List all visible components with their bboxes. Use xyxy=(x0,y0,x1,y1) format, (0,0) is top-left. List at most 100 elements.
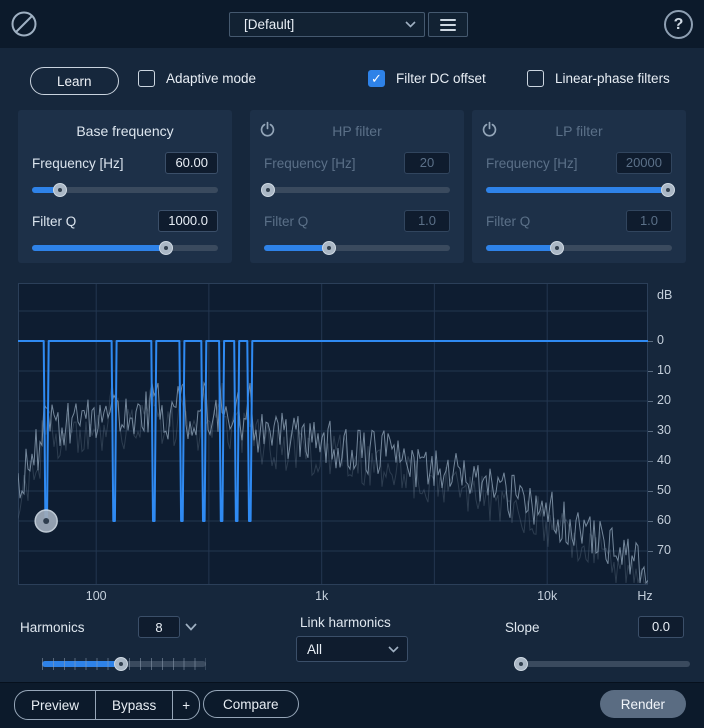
slider-thumb[interactable] xyxy=(260,183,275,197)
harmonics-value-box[interactable]: 8 xyxy=(138,616,180,638)
harmonics-slider[interactable] xyxy=(42,657,206,671)
db-tick xyxy=(648,490,653,492)
question-mark-icon: ? xyxy=(673,15,684,33)
filter-q-label: Filter Q xyxy=(486,213,531,229)
db-tick xyxy=(648,340,653,342)
checkbox-icon xyxy=(138,70,155,87)
transport-button-group: Preview Bypass + xyxy=(14,690,201,720)
lp-frequency-value-box[interactable]: 20000 xyxy=(615,152,672,174)
freq-tick-label: 100 xyxy=(85,589,107,603)
hp-power-toggle[interactable] xyxy=(259,119,279,139)
slider-track xyxy=(486,245,672,251)
slider-track xyxy=(486,187,672,193)
slider-track xyxy=(516,661,690,667)
filter-q-label: Filter Q xyxy=(264,213,309,229)
db-tick-label: 60 xyxy=(657,513,671,527)
add-module-button[interactable]: + xyxy=(172,691,199,719)
checkbox-icon xyxy=(527,70,544,87)
linear-phase-filters-checkbox[interactable]: Linear-phase filters xyxy=(527,70,670,87)
dehum-plugin-window: [Default] ? Learn Adaptive mode ✓ Filter… xyxy=(0,0,704,728)
bypass-button[interactable]: Bypass xyxy=(95,691,172,719)
bottom-bar: Preview Bypass + Compare Render xyxy=(0,682,704,728)
adaptive-mode-checkbox[interactable]: Adaptive mode xyxy=(138,70,256,87)
notch-handle-dot xyxy=(43,518,50,524)
lp-q-slider[interactable] xyxy=(486,241,672,255)
base-frequency-value-box[interactable]: 60.00 xyxy=(165,152,218,174)
learn-button[interactable]: Learn xyxy=(30,67,119,95)
db-tick-label: 20 xyxy=(657,393,671,407)
preview-button[interactable]: Preview xyxy=(15,691,95,719)
panel-title: HP filter xyxy=(332,123,382,139)
freq-tick-label: 1k xyxy=(315,589,329,603)
hp-q-slider[interactable] xyxy=(264,241,450,255)
hp-frequency-slider[interactable] xyxy=(260,183,450,197)
base-q-value-box[interactable]: 1000.0 xyxy=(158,210,218,232)
filter-dc-offset-checkbox[interactable]: ✓ Filter DC offset xyxy=(368,70,486,87)
help-button[interactable]: ? xyxy=(664,10,693,39)
power-icon xyxy=(260,121,275,137)
hp-frequency-value-box[interactable]: 20 xyxy=(404,152,450,174)
slider-thumb[interactable] xyxy=(52,183,67,197)
frequency-label: Frequency [Hz] xyxy=(32,155,124,171)
link-harmonics-dropdown[interactable]: All xyxy=(296,636,408,662)
preset-name: [Default] xyxy=(244,17,295,32)
izotope-logo xyxy=(11,11,37,37)
slider-thumb[interactable] xyxy=(661,183,676,197)
slope-label: Slope xyxy=(505,620,540,635)
spectrum-display[interactable] xyxy=(18,283,648,585)
db-tick-label: 10 xyxy=(657,363,671,377)
db-tick xyxy=(648,460,653,462)
link-harmonics-label: Link harmonics xyxy=(300,615,391,630)
frequency-label: Frequency [Hz] xyxy=(486,155,578,171)
slider-track xyxy=(32,245,218,251)
checkbox-checked-icon: ✓ xyxy=(368,70,385,87)
check-icon: ✓ xyxy=(371,71,382,86)
slope-slider[interactable] xyxy=(514,657,690,671)
chevron-down-icon xyxy=(405,21,416,28)
hp-q-value-box[interactable]: 1.0 xyxy=(404,210,450,232)
db-tick-label: 70 xyxy=(657,543,671,557)
db-tick-label: 50 xyxy=(657,483,671,497)
harmonics-dropdown[interactable]: 8 xyxy=(138,616,197,638)
base-q-slider[interactable] xyxy=(32,241,218,255)
frequency-label: Frequency [Hz] xyxy=(264,155,356,171)
filter-q-label: Filter Q xyxy=(32,213,77,229)
top-bar: [Default] ? xyxy=(0,0,704,48)
hp-filter-panel: HP filter Frequency [Hz] 20 Filter Q 1.0 xyxy=(250,110,464,263)
preset-menu-button[interactable] xyxy=(428,12,468,37)
lp-frequency-slider[interactable] xyxy=(486,183,676,197)
link-harmonics-value: All xyxy=(307,641,323,657)
slider-thumb[interactable] xyxy=(549,241,564,255)
power-icon xyxy=(482,121,497,137)
db-axis-title: dB xyxy=(657,288,673,302)
db-tick xyxy=(648,520,653,522)
db-tick xyxy=(648,400,653,402)
lp-power-toggle[interactable] xyxy=(481,119,501,139)
base-frequency-slider[interactable] xyxy=(32,183,218,197)
chevron-down-icon xyxy=(388,645,399,653)
slope-value-box[interactable]: 0.0 xyxy=(638,616,684,638)
freq-tick-label: 10k xyxy=(537,589,558,603)
db-tick-label: 0 xyxy=(657,333,664,347)
db-tick-label: 40 xyxy=(657,453,671,467)
db-tick xyxy=(648,370,653,372)
checkbox-label: Adaptive mode xyxy=(166,71,257,86)
slider-thumb[interactable] xyxy=(158,241,173,255)
render-button[interactable]: Render xyxy=(599,690,686,718)
hamburger-icon xyxy=(440,16,456,34)
slider-thumb[interactable] xyxy=(514,657,529,671)
db-tick xyxy=(648,550,653,552)
panel-title: Base frequency xyxy=(76,123,174,139)
harmonics-label: Harmonics xyxy=(20,620,85,635)
lp-q-value-box[interactable]: 1.0 xyxy=(626,210,672,232)
panel-title: LP filter xyxy=(555,123,603,139)
slider-track xyxy=(264,245,450,251)
slider-thumb[interactable] xyxy=(113,657,128,671)
db-tick-label: 30 xyxy=(657,423,671,437)
freq-axis-unit: Hz xyxy=(637,589,653,603)
chevron-down-icon xyxy=(185,623,197,631)
db-tick xyxy=(648,430,653,432)
preset-selector[interactable]: [Default] xyxy=(229,12,425,37)
slider-thumb[interactable] xyxy=(322,241,337,255)
compare-button[interactable]: Compare xyxy=(203,690,299,718)
